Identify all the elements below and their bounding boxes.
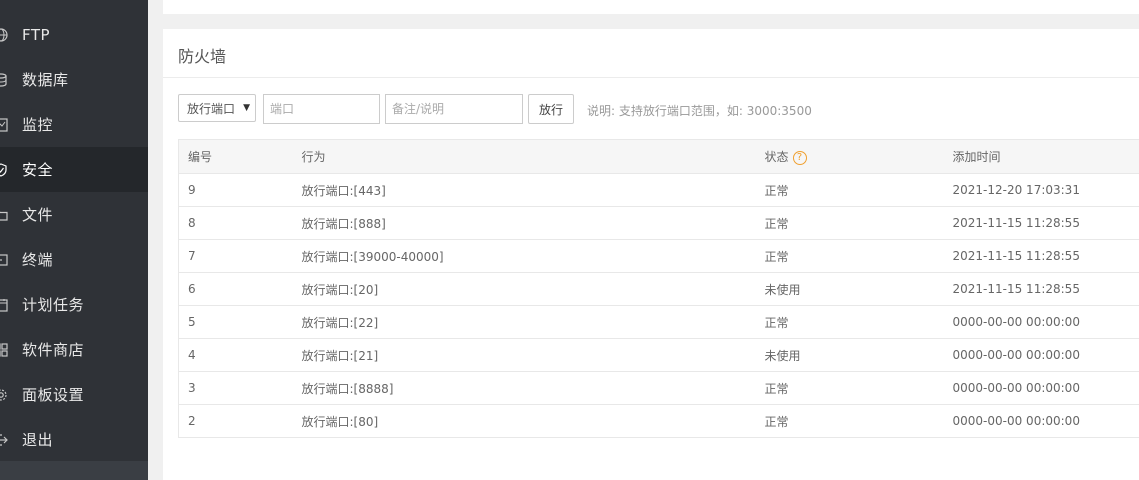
table-row[interactable]: 4 放行端口:[21] 未使用 0000-00-00 00:00:00 [178, 338, 1139, 372]
table-row[interactable]: 5 放行端口:[22] 正常 0000-00-00 00:00:00 [178, 305, 1139, 339]
top-panel [163, 0, 1139, 14]
sidebar: FTP 数据库 监控 安全 文件 终端 计划任务 软件商店 面板设置 退出 [0, 0, 148, 480]
cell-action: 放行端口:[21] [301, 338, 765, 372]
cell-status: 正常 [764, 305, 953, 339]
sidebar-item-label: 计划任务 [22, 296, 85, 314]
sidebar-item-label: 数据库 [22, 71, 69, 89]
cell-status: 正常 [764, 206, 953, 240]
sidebar-item-security[interactable]: 安全 [0, 147, 148, 192]
cell-action: 放行端口:[20] [301, 272, 765, 306]
sidebar-item-cron[interactable]: 计划任务 [0, 282, 148, 327]
divider [163, 77, 1139, 78]
calendar-icon [0, 298, 8, 312]
help-icon[interactable]: ? [792, 150, 807, 165]
header-action[interactable]: 行为 [301, 139, 765, 174]
sidebar-item-logout[interactable]: 退出 [0, 417, 148, 462]
firewall-panel: 防火墙 放行端口 ▼ 放行 说明: 支持放行端口范围，如: 3000:3500 … [163, 29, 1139, 480]
cell-time: 2021-11-15 11:28:55 [952, 239, 1139, 273]
cell-id: 7 [178, 239, 302, 273]
rule-type-select[interactable]: 放行端口 ▼ [178, 94, 256, 122]
cell-id: 5 [178, 305, 302, 339]
cell-status: 正常 [764, 173, 953, 207]
cell-id: 9 [178, 173, 302, 207]
cell-action: 放行端口:[80] [301, 404, 765, 438]
sidebar-item-label: 面板设置 [22, 386, 85, 404]
cell-id: 8 [178, 206, 302, 240]
port-input[interactable] [263, 94, 380, 124]
table-row[interactable]: 6 放行端口:[20] 未使用 2021-11-15 11:28:55 [178, 272, 1139, 306]
cell-status: 正常 [764, 404, 953, 438]
sidebar-item-store[interactable]: 软件商店 [0, 327, 148, 372]
cell-status: 正常 [764, 239, 953, 273]
hint-text: 说明: 支持放行端口范围，如: 3000:3500 [587, 104, 812, 118]
sidebar-item-label: 终端 [22, 251, 54, 269]
logout-icon [0, 433, 8, 447]
shield-icon [0, 162, 8, 177]
sidebar-item-label: 监控 [22, 116, 54, 134]
cell-time: 0000-00-00 00:00:00 [952, 371, 1139, 405]
monitor-icon [0, 117, 8, 132]
cell-id: 2 [178, 404, 302, 438]
cell-id: 6 [178, 272, 302, 306]
terminal-icon [0, 253, 8, 267]
cell-status: 正常 [764, 371, 953, 405]
cell-time: 2021-11-15 11:28:55 [952, 272, 1139, 306]
cell-action: 放行端口:[888] [301, 206, 765, 240]
table-row[interactable]: 8 放行端口:[888] 正常 2021-11-15 11:28:55 [178, 206, 1139, 240]
table-row[interactable]: 7 放行端口:[39000-40000] 正常 2021-11-15 11:28… [178, 239, 1139, 273]
cell-time: 2021-12-20 17:03:31 [952, 173, 1139, 207]
page-title: 防火墙 [178, 47, 227, 66]
cell-id: 3 [178, 371, 302, 405]
table-row[interactable]: 9 放行端口:[443] 正常 2021-12-20 17:03:31 [178, 173, 1139, 207]
grid-icon [0, 342, 8, 357]
cell-action: 放行端口:[8888] [301, 371, 765, 405]
cell-status: 未使用 [764, 338, 953, 372]
rule-type-value: 放行端口 [187, 101, 236, 116]
table-row[interactable]: 3 放行端口:[8888] 正常 0000-00-00 00:00:00 [178, 371, 1139, 405]
sidebar-item-label: 安全 [22, 161, 54, 179]
note-input[interactable] [385, 94, 523, 124]
sidebar-item-terminal[interactable]: 终端 [0, 237, 148, 282]
cell-time: 0000-00-00 00:00:00 [952, 305, 1139, 339]
sidebar-item-label: 退出 [22, 431, 54, 449]
firewall-rules-table: 编号 行为 状态? 添加时间 9 放行端口:[443] 正常 2021-12-2… [178, 139, 1139, 438]
header-time[interactable]: 添加时间 [952, 139, 1139, 174]
sidebar-item-monitor[interactable]: 监控 [0, 102, 148, 147]
sidebar-item-files[interactable]: 文件 [0, 192, 148, 237]
globe-icon [0, 27, 8, 42]
sidebar-item-ftp[interactable]: FTP [0, 12, 148, 57]
sidebar-item-settings[interactable]: 面板设置 [0, 372, 148, 417]
sidebar-item-database[interactable]: 数据库 [0, 57, 148, 102]
cell-action: 放行端口:[22] [301, 305, 765, 339]
cell-id: 4 [178, 338, 302, 372]
caret-down-icon: ▼ [243, 103, 250, 113]
cell-time: 0000-00-00 00:00:00 [952, 338, 1139, 372]
table-row[interactable]: 2 放行端口:[80] 正常 0000-00-00 00:00:00 [178, 404, 1139, 438]
sidebar-bottom-strip [0, 461, 148, 480]
header-id[interactable]: 编号 [178, 139, 302, 174]
header-status-label: 状态 [764, 150, 789, 164]
cell-time: 2021-11-15 11:28:55 [952, 206, 1139, 240]
sidebar-item-label: 文件 [22, 206, 54, 224]
cell-status: 未使用 [764, 272, 953, 306]
table-header-row: 编号 行为 状态? 添加时间 [178, 139, 1139, 174]
sidebar-item-label: 软件商店 [22, 341, 85, 359]
header-status[interactable]: 状态? [764, 139, 953, 174]
allow-button[interactable]: 放行 [528, 94, 574, 124]
cell-action: 放行端口:[443] [301, 173, 765, 207]
folder-icon [0, 208, 8, 222]
sidebar-item-label: FTP [22, 25, 51, 44]
database-icon [0, 72, 8, 87]
cell-time: 0000-00-00 00:00:00 [952, 404, 1139, 438]
gear-icon [0, 388, 8, 402]
cell-action: 放行端口:[39000-40000] [301, 239, 765, 273]
